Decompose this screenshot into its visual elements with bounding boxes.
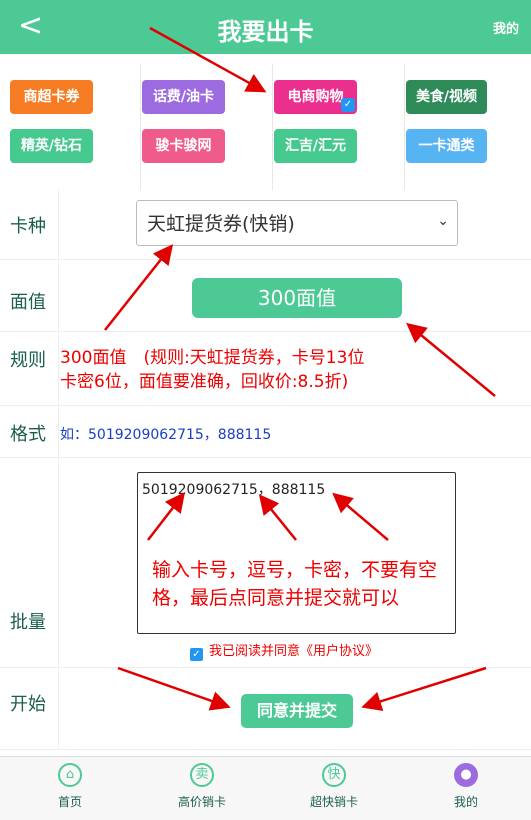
- agree-text: 我已阅读并同意《用户协议》: [209, 644, 379, 659]
- rule-label: 规则: [10, 350, 46, 371]
- tab-home[interactable]: ⌂ 首页: [4, 757, 136, 820]
- tab-fast[interactable]: 快 超快销卡: [268, 757, 400, 820]
- card-type-select[interactable]: 天虹提货券(快销) ⌄: [136, 200, 458, 246]
- category-grid: 商超卡券 话费/油卡 电商购物 ✓ 美食/视频 精英/钻石 骏卡骏网 汇吉/汇元…: [0, 54, 531, 190]
- rule-text-line2: 卡密6位，面值要准确，回收价:8.5折): [60, 372, 349, 392]
- divider: [272, 64, 273, 190]
- start-label: 开始: [10, 694, 46, 715]
- checkbox-checked-icon: ✓: [190, 648, 203, 661]
- divider: [58, 332, 59, 405]
- rule-row: 规则 300面值 (规则:天虹提货券，卡号13位 卡密6位，面值要准确，回收价:…: [0, 332, 531, 406]
- category-shangchao[interactable]: 商超卡券: [10, 80, 93, 114]
- home-icon: ⌂: [58, 763, 82, 787]
- card-type-row: 卡种 天虹提货券(快销) ⌄: [0, 190, 531, 260]
- category-junka[interactable]: 骏卡骏网: [142, 129, 225, 163]
- category-dianshang[interactable]: 电商购物 ✓: [274, 80, 357, 114]
- format-row: 格式 如：5019209062715，888115: [0, 406, 531, 458]
- tab-label: 超快销卡: [309, 795, 358, 809]
- face-value-button[interactable]: 300面值: [192, 278, 402, 318]
- divider: [404, 64, 405, 190]
- fast-icon: 快: [322, 763, 346, 787]
- bottom-tabbar: ⌂ 首页 卖 高价销卡 快 超快销卡 ● 我的: [0, 756, 531, 820]
- header-mine-link[interactable]: 我的: [493, 18, 519, 37]
- batch-label: 批量: [10, 612, 46, 633]
- app-header: < 我要出卡 我的: [0, 0, 531, 54]
- format-example: 如：5019209062715，888115: [60, 427, 272, 443]
- tab-mine[interactable]: ● 我的: [400, 757, 531, 820]
- annotation-note: 输入卡号，逗号，卡密，不要有空格，最后点同意并提交就可以: [152, 559, 438, 609]
- category-label: 电商购物: [287, 89, 344, 105]
- category-huiji[interactable]: 汇吉/汇元: [274, 129, 357, 163]
- category-huafei[interactable]: 话费/油卡: [142, 80, 225, 114]
- user-icon: ●: [454, 763, 478, 787]
- divider: [58, 190, 59, 259]
- format-label: 格式: [10, 424, 46, 445]
- divider: [58, 406, 59, 457]
- face-value-label: 面值: [10, 292, 46, 313]
- chevron-down-icon: ⌄: [437, 213, 449, 229]
- rule-text-line1: 300面值 (规则:天虹提货券，卡号13位: [60, 348, 365, 368]
- start-row: 开始 同意并提交: [0, 668, 531, 750]
- divider: [58, 458, 59, 667]
- divider: [58, 668, 59, 749]
- agree-checkbox[interactable]: ✓ 我已阅读并同意《用户协议》: [190, 640, 378, 661]
- divider: [140, 64, 141, 190]
- category-jingying[interactable]: 精英/钻石: [10, 129, 93, 163]
- tab-sell[interactable]: 卖 高价销卡: [136, 757, 268, 820]
- tab-label: 首页: [57, 795, 82, 809]
- card-type-value: 天虹提货券(快销): [147, 213, 295, 235]
- sell-icon: 卖: [190, 763, 214, 787]
- agree-submit-button[interactable]: 同意并提交: [241, 694, 353, 728]
- selected-check-icon: ✓: [341, 98, 355, 112]
- face-value-row: 面值 300面值: [0, 260, 531, 332]
- tab-label: 高价销卡: [177, 795, 226, 809]
- tab-label: 我的: [453, 795, 478, 809]
- card-type-label: 卡种: [10, 216, 46, 237]
- category-meishi[interactable]: 美食/视频: [406, 80, 487, 114]
- page-title: 我要出卡: [217, 18, 314, 46]
- divider: [58, 260, 59, 331]
- category-yikatong[interactable]: 一卡通类: [406, 129, 487, 163]
